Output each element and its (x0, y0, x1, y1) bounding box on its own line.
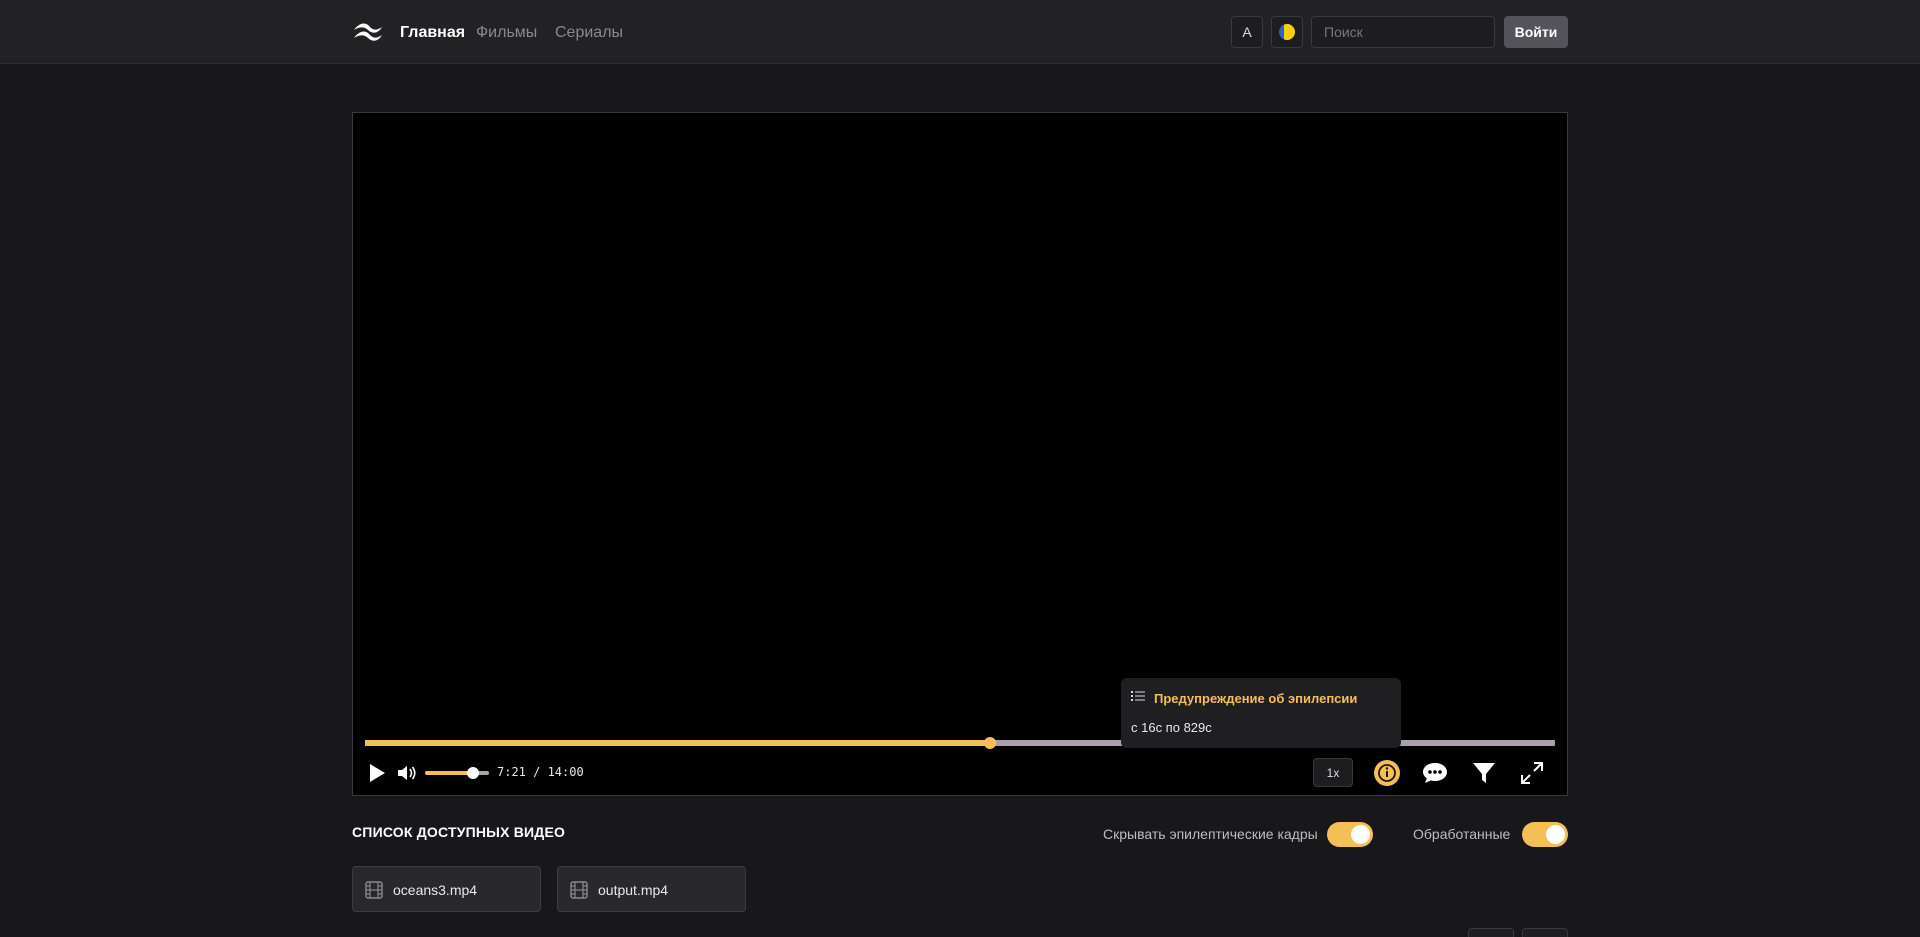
pagination-next-button[interactable] (1522, 928, 1568, 937)
ukraine-flag-icon (1279, 24, 1295, 40)
nav-series[interactable]: Сериалы (555, 23, 623, 43)
progress-fill (365, 740, 990, 746)
filter-icon (1473, 763, 1495, 783)
play-icon[interactable] (367, 762, 387, 784)
fullscreen-icon (1521, 762, 1543, 784)
pagination-prev-button[interactable] (1468, 928, 1514, 937)
video-name: output.mp4 (598, 882, 669, 898)
language-button[interactable] (1271, 16, 1303, 48)
volume-handle[interactable] (467, 767, 479, 779)
top-navbar: Главная Фильмы Сериалы A Войти (0, 0, 1920, 64)
tooltip-range: с 16с по 829с (1131, 720, 1212, 735)
time-display: 7:21 / 14:00 (497, 765, 584, 779)
video-item[interactable]: output.mp4 (557, 866, 746, 912)
toggle-knob (1546, 825, 1565, 844)
info-button[interactable] (1373, 759, 1401, 787)
tooltip-title: Предупреждение об эпилепсии (1154, 691, 1358, 706)
processed-label: Обработанные (1413, 826, 1511, 842)
progress-handle[interactable] (983, 737, 996, 749)
info-icon (1374, 760, 1400, 786)
logo-icon[interactable] (352, 20, 384, 44)
playback-speed-button[interactable]: 1x (1313, 758, 1353, 787)
chat-icon (1423, 763, 1447, 783)
epilepsy-warning-tooltip: Предупреждение об эпилепсии с 16с по 829… (1121, 678, 1401, 748)
volume-fill (425, 771, 473, 775)
list-icon (1131, 691, 1145, 701)
login-button[interactable]: Войти (1504, 16, 1568, 48)
hide-epileptic-label: Скрывать эпилептические кадры (1103, 826, 1318, 842)
video-list-title: СПИСОК ДОСТУПНЫХ ВИДЕО (352, 824, 566, 840)
film-icon (365, 881, 383, 899)
hide-epileptic-toggle[interactable] (1327, 822, 1373, 847)
video-name: oceans3.mp4 (393, 882, 478, 898)
font-size-button[interactable]: A (1231, 16, 1263, 48)
toggle-knob (1351, 825, 1370, 844)
volume-icon[interactable] (397, 765, 417, 781)
video-player[interactable]: Предупреждение об эпилепсии с 16с по 829… (352, 112, 1568, 796)
video-item[interactable]: oceans3.mp4 (352, 866, 541, 912)
search-input[interactable] (1311, 16, 1495, 48)
volume-slider[interactable] (425, 767, 489, 779)
nav-home[interactable]: Главная (400, 23, 465, 43)
film-icon (570, 881, 588, 899)
nav-films[interactable]: Фильмы (476, 23, 537, 43)
processed-toggle[interactable] (1522, 822, 1568, 847)
subtitles-button[interactable] (1421, 759, 1449, 787)
filter-button[interactable] (1470, 759, 1498, 787)
fullscreen-button[interactable] (1518, 759, 1546, 787)
